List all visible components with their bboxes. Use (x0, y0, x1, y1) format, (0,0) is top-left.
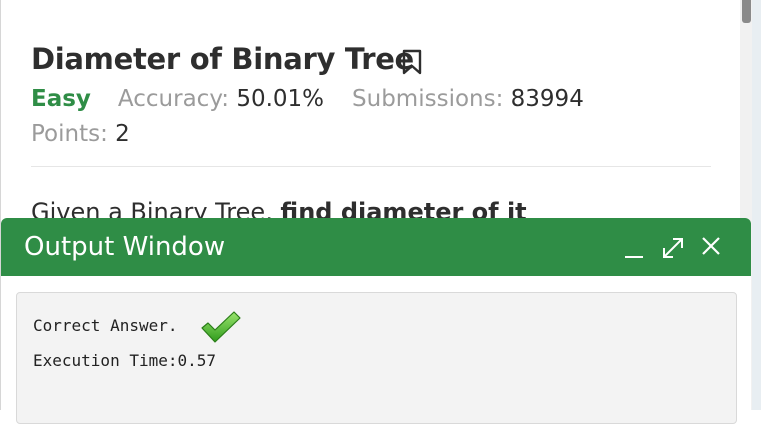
points-row: Points: 2 (31, 121, 130, 147)
minimize-icon[interactable] (623, 234, 645, 264)
panel-edge (752, 0, 761, 410)
points-label: Points: (31, 121, 108, 147)
output-window-header: Output Window (1, 218, 751, 276)
output-window-title: Output Window (24, 232, 226, 262)
divider (31, 166, 711, 167)
checkmark-icon (200, 311, 242, 349)
submissions-value: 83994 (510, 86, 584, 112)
submissions-label: Submissions: (352, 86, 504, 112)
scrollbar-thumb[interactable] (742, 0, 751, 23)
points-value: 2 (115, 121, 130, 147)
accuracy-label: Accuracy: (117, 86, 230, 112)
execution-time: Execution Time:0.57 (33, 351, 217, 370)
difficulty-badge: Easy (31, 86, 91, 112)
expand-icon[interactable] (661, 234, 685, 264)
problem-meta: Easy Accuracy: 50.01% Submissions: 83994 (31, 86, 584, 112)
problem-title: Diameter of Binary Tree (31, 42, 414, 76)
bookmark-icon[interactable] (402, 49, 422, 79)
accuracy-value: 50.01% (236, 86, 325, 112)
result-text: Correct Answer. (33, 316, 178, 335)
close-icon[interactable] (699, 234, 723, 264)
